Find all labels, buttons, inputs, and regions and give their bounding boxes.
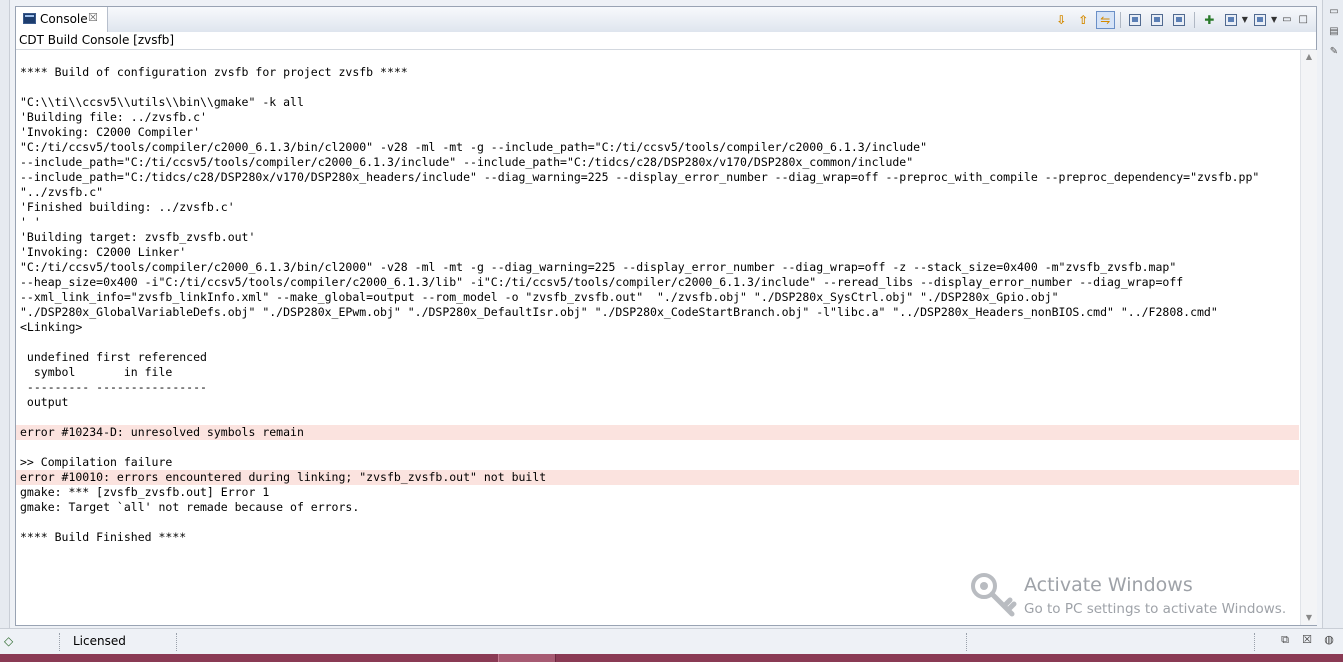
console-line: output [20, 395, 69, 409]
console-line: ' ' [20, 215, 41, 229]
vertical-scrollbar[interactable]: ▲ ▼ [1300, 50, 1317, 625]
console-toolbar: ⇩ ⇧ ⇋ ✚ ▼ ▼ ▭ □ [1052, 10, 1310, 29]
new-console-icon[interactable]: ✚ [1200, 11, 1219, 29]
status-grip [176, 633, 180, 651]
status-bar: ◇ Licensed ⧉ ☒ ◍ [0, 628, 1343, 655]
scroll-down-icon[interactable]: ⇩ [1052, 11, 1071, 29]
taskbar-item[interactable] [498, 654, 556, 662]
restore-icon[interactable]: ▭ [1328, 6, 1340, 18]
console-line: --heap_size=0x400 -i"C:/ti/ccsv5/tools/c… [20, 275, 1184, 289]
minimize-icon[interactable]: ▭ [1280, 14, 1293, 25]
fast-view-icon[interactable]: ◇ [4, 634, 13, 648]
console-line: >> Compilation failure [20, 455, 173, 469]
pin-console-icon[interactable] [1148, 11, 1167, 29]
view-shortcut-icon[interactable]: ▤ [1328, 26, 1340, 38]
scroll-down-arrow-icon[interactable]: ▼ [1301, 611, 1317, 625]
view-tab-bar: Console ☒ ⇩ ⇧ ⇋ ✚ ▼ ▼ ▭ □ [16, 7, 1316, 33]
restore-icon[interactable]: ⧉ [1277, 632, 1293, 648]
status-bar-trim: ⧉ ☒ ◍ [1277, 632, 1337, 648]
console-error-line: error #10234-D: unresolved symbols remai… [16, 425, 1299, 440]
console-line: 'Invoking: C2000 Linker' [20, 245, 187, 259]
console-line: 'Invoking: C2000 Compiler' [20, 125, 201, 139]
console-line: <Linking> [20, 320, 83, 334]
scroll-up-arrow-icon[interactable]: ▲ [1301, 50, 1317, 64]
console-line: "C:\\ti\\ccsv5\\utils\\bin\\gmake" -k al… [20, 95, 304, 109]
console-line: "C:/ti/ccsv5/tools/compiler/c2000_6.1.3/… [20, 260, 1177, 274]
close-icon[interactable]: ☒ [88, 11, 98, 24]
console-view: Console ☒ ⇩ ⇧ ⇋ ✚ ▼ ▼ ▭ □ CDT Build Cons… [15, 6, 1317, 626]
toolbar-separator [1119, 11, 1121, 28]
scroll-up-icon[interactable]: ⇧ [1074, 11, 1093, 29]
status-grip [1254, 633, 1258, 651]
console-line: **** Build of configuration zvsfb for pr… [20, 65, 408, 79]
console-line: "../zvsfb.c" [20, 185, 104, 199]
console-line: gmake: Target `all' not remade because o… [20, 500, 360, 514]
console-line: **** Build Finished **** [20, 530, 187, 544]
console-line: 'Building file: ../zvsfb.c' [20, 110, 207, 124]
console-line: --include_path="C:/tidcs/c28/DSP280x/v17… [20, 170, 1260, 184]
console-error-line: error #10010: errors encountered during … [16, 470, 1299, 485]
console-icon [23, 13, 36, 24]
tab-console[interactable]: Console ☒ [16, 7, 108, 32]
chevron-down-icon[interactable]: ▼ [1271, 15, 1277, 24]
console-output[interactable]: **** Build of configuration zvsfb for pr… [16, 50, 1299, 625]
status-grip [966, 633, 970, 651]
open-console-icon[interactable] [1251, 11, 1270, 29]
toolbar-separator [1193, 11, 1195, 28]
clear-console-icon[interactable] [1126, 11, 1145, 29]
close-view-icon[interactable]: ☒ [1299, 632, 1315, 648]
console-title: CDT Build Console [zvsfb] [19, 33, 175, 47]
license-status: Licensed [73, 634, 126, 648]
globe-icon[interactable]: ◍ [1321, 632, 1337, 648]
console-line: --xml_link_info="zvsfb_linkInfo.xml" --m… [20, 290, 1059, 304]
left-trim-bar [0, 0, 10, 628]
console-line: --------- ---------------- [20, 380, 207, 394]
console-line: undefined first referenced [20, 350, 207, 364]
console-line: "C:/ti/ccsv5/tools/compiler/c2000_6.1.3/… [20, 140, 927, 154]
console-title-bar: CDT Build Console [zvsfb] [16, 32, 1316, 50]
maximize-icon[interactable]: □ [1297, 14, 1310, 25]
console-line: symbol in file [20, 365, 173, 379]
console-line: "./DSP280x_GlobalVariableDefs.obj" "./DS… [20, 305, 1218, 319]
scroll-lock-icon[interactable]: ⇋ [1095, 10, 1115, 29]
tab-label: Console [40, 12, 88, 26]
windows-taskbar [0, 654, 1343, 662]
console-line: --include_path="C:/ti/ccsv5/tools/compil… [20, 155, 914, 169]
status-grip [59, 633, 63, 651]
edit-icon[interactable]: ✎ [1328, 46, 1340, 58]
console-line: 'Building target: zvsfb_zvsfb.out' [20, 230, 256, 244]
console-line: 'Finished building: ../zvsfb.c' [20, 200, 235, 214]
copy-build-log-icon[interactable] [1170, 11, 1189, 29]
chevron-down-icon[interactable]: ▼ [1242, 15, 1248, 24]
display-console-icon[interactable] [1222, 11, 1241, 29]
console-line: gmake: *** [zvsfb_zvsfb.out] Error 1 [20, 485, 270, 499]
right-trim-bar: ▭ ▤ ✎ [1322, 0, 1343, 628]
